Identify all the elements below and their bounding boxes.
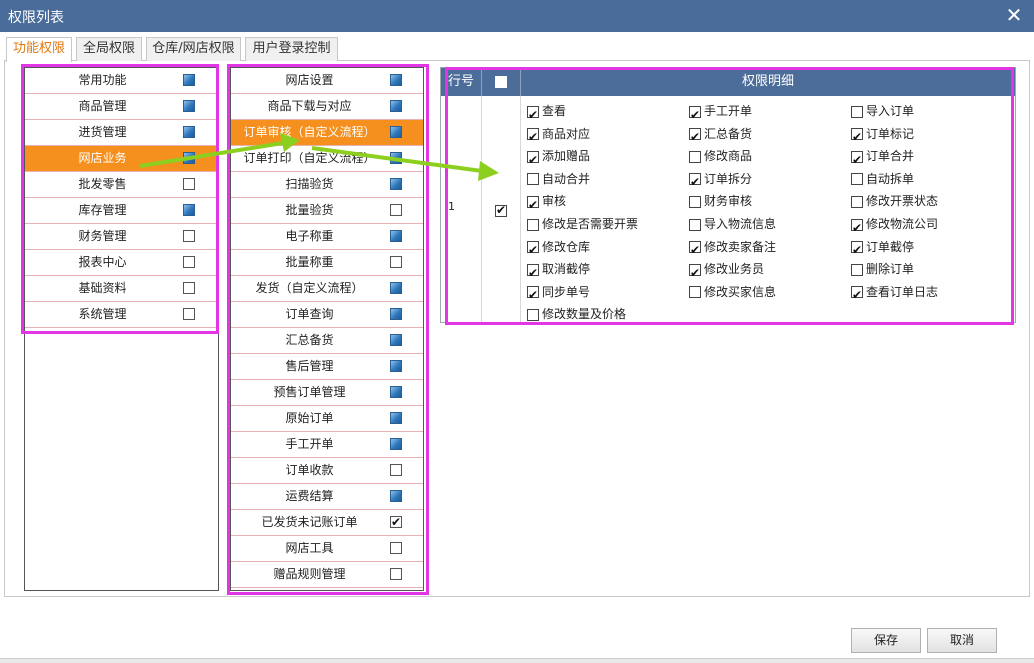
arrow-line-1 [139,141,284,168]
cancel-button[interactable]: 取消 [927,628,997,653]
annotation-arrows [139,133,499,181]
bottom-strip [0,658,1034,663]
arrow-head-2 [478,161,499,181]
save-button[interactable]: 保存 [851,628,921,653]
arrow-line-2 [311,146,483,173]
arrow-head-1 [280,133,300,152]
